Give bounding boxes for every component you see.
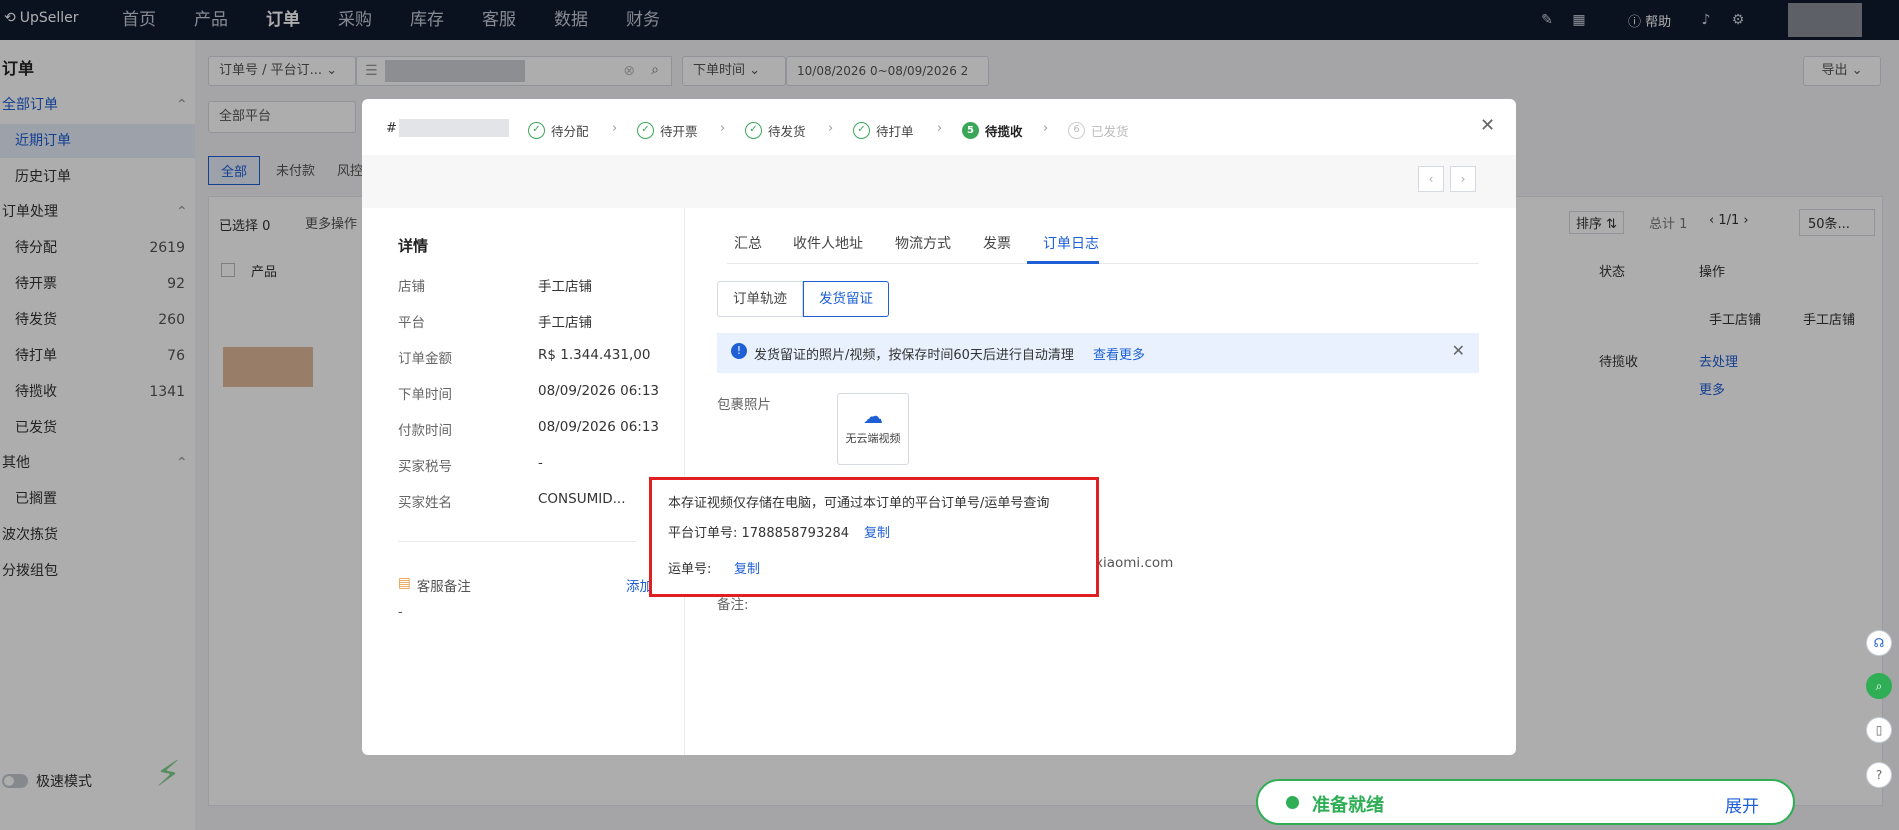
order-number: #	[386, 119, 509, 137]
no-video-box[interactable]: ☁ 无云端视频	[837, 393, 909, 465]
tab-summary[interactable]: 汇总	[734, 233, 762, 253]
order-detail-modal: # ✓ 待分配 › ✓ 待开票 › ✓ 待发货 › ✓ 待打单 › 5 待揽收 › 6 已发…	[362, 99, 1516, 755]
service-note: ▤ 客服备注	[398, 575, 471, 595]
check-circle-icon: ✓	[637, 122, 654, 139]
headset-icon[interactable]: ☊	[1866, 630, 1892, 656]
close-icon[interactable]: ✕	[1480, 115, 1495, 136]
step-shipped: 6 已发货	[1068, 121, 1129, 140]
subtab-order-track[interactable]: 订单轨迹	[717, 281, 803, 317]
copy-waybill-link[interactable]: 复制	[734, 558, 760, 577]
close-icon[interactable]: ✕	[1452, 341, 1465, 360]
detail-shop: 店铺 手工店铺	[398, 279, 592, 295]
chevron-right-icon: ›	[828, 121, 834, 136]
detail-pay-time: 付款时间 08/09/2026 06:13	[398, 419, 660, 439]
check-circle-icon: ✓	[853, 122, 870, 139]
tab-active-indicator	[1027, 261, 1099, 264]
tabs-divider	[727, 263, 1479, 264]
detail-tax-id: 买家税号 -	[398, 455, 543, 475]
check-circle-icon: ✓	[528, 122, 545, 139]
tab-shipping-method[interactable]: 物流方式	[895, 233, 951, 253]
check-circle-icon: ✓	[745, 122, 762, 139]
divider	[398, 541, 636, 542]
detail-order-time: 下单时间 08/09/2026 06:13	[398, 383, 660, 403]
step-to-invoice: ✓ 待开票	[637, 121, 698, 140]
subtab-shipping-evidence[interactable]: 发货留证	[803, 281, 889, 317]
view-more-link[interactable]: 查看更多	[1093, 344, 1145, 363]
detail-platform: 平台 手工店铺	[398, 315, 592, 331]
step-to-assign: ✓ 待分配	[528, 121, 589, 140]
detail-buyer-name: 买家姓名 CONSUMID...	[398, 491, 626, 511]
chevron-right-icon: ›	[612, 121, 618, 136]
tab-order-log[interactable]: 订单日志	[1043, 233, 1099, 253]
step-number-badge: 6	[1068, 122, 1085, 139]
info-icon: !	[731, 343, 747, 359]
chevron-right-icon: ›	[937, 121, 943, 136]
tab-recipient-address[interactable]: 收件人地址	[793, 233, 863, 253]
step-to-ship: ✓ 待发货	[745, 121, 806, 140]
prev-order-button[interactable]: ‹	[1418, 166, 1444, 192]
copy-platform-order-link[interactable]: 复制	[864, 522, 890, 541]
info-alert: ! 发货留证的照片/视频，按保存时间60天后进行自动清理 查看更多 ✕	[717, 333, 1479, 373]
search-icon[interactable]: ⌕	[1866, 673, 1892, 699]
chevron-right-icon: ›	[720, 121, 726, 136]
step-number-badge: 5	[962, 122, 979, 139]
step-to-pickup: 5 待揽收	[962, 121, 1023, 140]
next-order-button[interactable]: ›	[1450, 166, 1476, 192]
note-icon: ▤	[398, 575, 411, 591]
step-to-print: ✓ 待打单	[853, 121, 914, 140]
help-icon[interactable]: ?	[1866, 762, 1892, 788]
evidence-info-popover: 本存证视频仅存储在电脑，可通过本订单的平台订单号/运单号查询 平台订单号: 17…	[649, 477, 1099, 597]
status-dot	[1286, 796, 1299, 809]
cloud-off-icon: ☁	[863, 404, 883, 428]
redacted-order-number	[398, 119, 509, 137]
chevron-right-icon: ›	[1043, 121, 1049, 136]
ready-status-bar: 准备就绪 展开	[1256, 779, 1795, 825]
mobile-icon[interactable]: ▯	[1866, 717, 1892, 743]
tab-invoice[interactable]: 发票	[983, 233, 1011, 253]
detail-amount: 订单金额 R$ 1.344.431,00	[398, 347, 651, 367]
expand-button[interactable]: 展开	[1725, 792, 1759, 817]
details-title: 详情	[398, 237, 429, 255]
modal-nav-strip: ‹ ›	[362, 155, 1516, 208]
